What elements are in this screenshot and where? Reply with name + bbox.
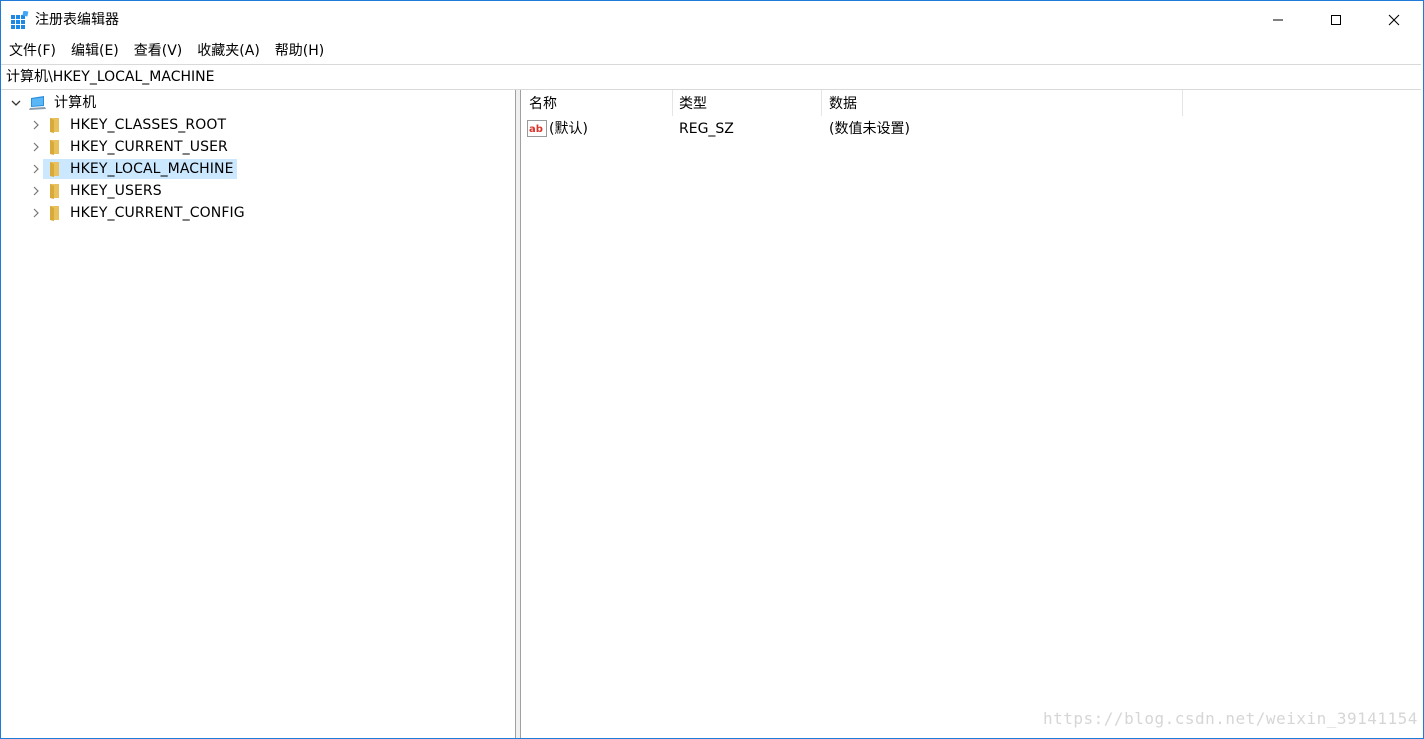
tree-node-hkey-local-machine[interactable]: HKEY_LOCAL_MACHINE <box>29 158 237 180</box>
watermark-text: https://blog.csdn.net/weixin_39141154 <box>1043 709 1418 728</box>
collapse-chevron-icon[interactable] <box>9 96 23 110</box>
menu-file[interactable]: 文件(F) <box>1 40 63 62</box>
folder-icon <box>50 140 59 155</box>
menu-help[interactable]: 帮助(H) <box>267 40 331 62</box>
svg-text:ab: ab <box>529 124 543 135</box>
column-header-name[interactable]: 名称 <box>521 90 673 116</box>
tree-node-label: HKEY_USERS <box>70 183 162 199</box>
close-icon <box>1388 14 1399 25</box>
folder-icon <box>50 206 59 221</box>
regedit-icon <box>11 11 29 29</box>
folder-icon <box>50 118 59 133</box>
tree-node-hkey-current-user[interactable]: HKEY_CURRENT_USER <box>29 136 231 158</box>
computer-icon <box>29 96 46 110</box>
maximize-button[interactable] <box>1306 1 1365 38</box>
maximize-icon <box>1330 14 1341 25</box>
tree-node-computer[interactable]: 计算机 <box>9 92 99 114</box>
folder-icon <box>50 184 59 199</box>
value-type: REG_SZ <box>679 121 734 137</box>
menu-edit[interactable]: 编辑(E) <box>63 40 126 62</box>
expand-chevron-icon[interactable] <box>29 118 43 132</box>
tree-node-label: HKEY_CURRENT_USER <box>70 139 228 155</box>
title-bar[interactable]: 注册表编辑器 <box>1 1 1423 38</box>
address-bar <box>1 64 1421 90</box>
tree-node-label: HKEY_CURRENT_CONFIG <box>70 205 245 221</box>
column-header-type[interactable]: 类型 <box>671 90 822 116</box>
expand-chevron-icon[interactable] <box>29 184 43 198</box>
minimize-button[interactable] <box>1248 1 1307 38</box>
tree-node-label: HKEY_CLASSES_ROOT <box>70 117 227 133</box>
close-button[interactable] <box>1364 1 1423 38</box>
address-input[interactable] <box>6 65 1416 89</box>
tree-node-label: HKEY_LOCAL_MACHINE <box>70 161 234 177</box>
folder-icon <box>50 162 59 177</box>
tree-node-hkey-current-config[interactable]: HKEY_CURRENT_CONFIG <box>29 202 248 224</box>
menu-favorites[interactable]: 收藏夹(A) <box>189 40 267 62</box>
tree-node-hkey-classes-root[interactable]: HKEY_CLASSES_ROOT <box>29 114 229 136</box>
expand-chevron-icon[interactable] <box>29 206 43 220</box>
minimize-icon <box>1272 19 1283 20</box>
value-name: (默认) <box>549 121 588 137</box>
expand-chevron-icon[interactable] <box>29 162 43 176</box>
tree-node-label: 计算机 <box>54 95 97 111</box>
menu-view[interactable]: 查看(V) <box>126 40 190 62</box>
key-tree-pane[interactable]: 计算机 HKEY_CLASSES_ROOT HKEY_CURRENT_USER <box>1 90 516 738</box>
expand-chevron-icon[interactable] <box>29 140 43 154</box>
tree-node-hkey-users[interactable]: HKEY_USERS <box>29 180 165 202</box>
column-header-data[interactable]: 数据 <box>821 90 1183 116</box>
value-data: (数值未设置) <box>829 121 910 137</box>
window-title: 注册表编辑器 <box>35 12 119 28</box>
value-row[interactable]: ab (默认) REG_SZ (数值未设置) <box>521 118 1421 140</box>
registry-editor-window: 注册表编辑器 文件(F) 编辑(E) 查看(V) 收藏夹(A) 帮助(H) 计算… <box>0 0 1424 739</box>
values-list-pane[interactable]: 名称 类型 数据 ab (默认) REG_SZ (数值未设置) <box>521 90 1423 738</box>
string-value-icon: ab <box>527 120 547 137</box>
selection-highlight: HKEY_LOCAL_MACHINE <box>43 159 237 179</box>
menu-bar: 文件(F) 编辑(E) 查看(V) 收藏夹(A) 帮助(H) <box>1 40 1423 62</box>
